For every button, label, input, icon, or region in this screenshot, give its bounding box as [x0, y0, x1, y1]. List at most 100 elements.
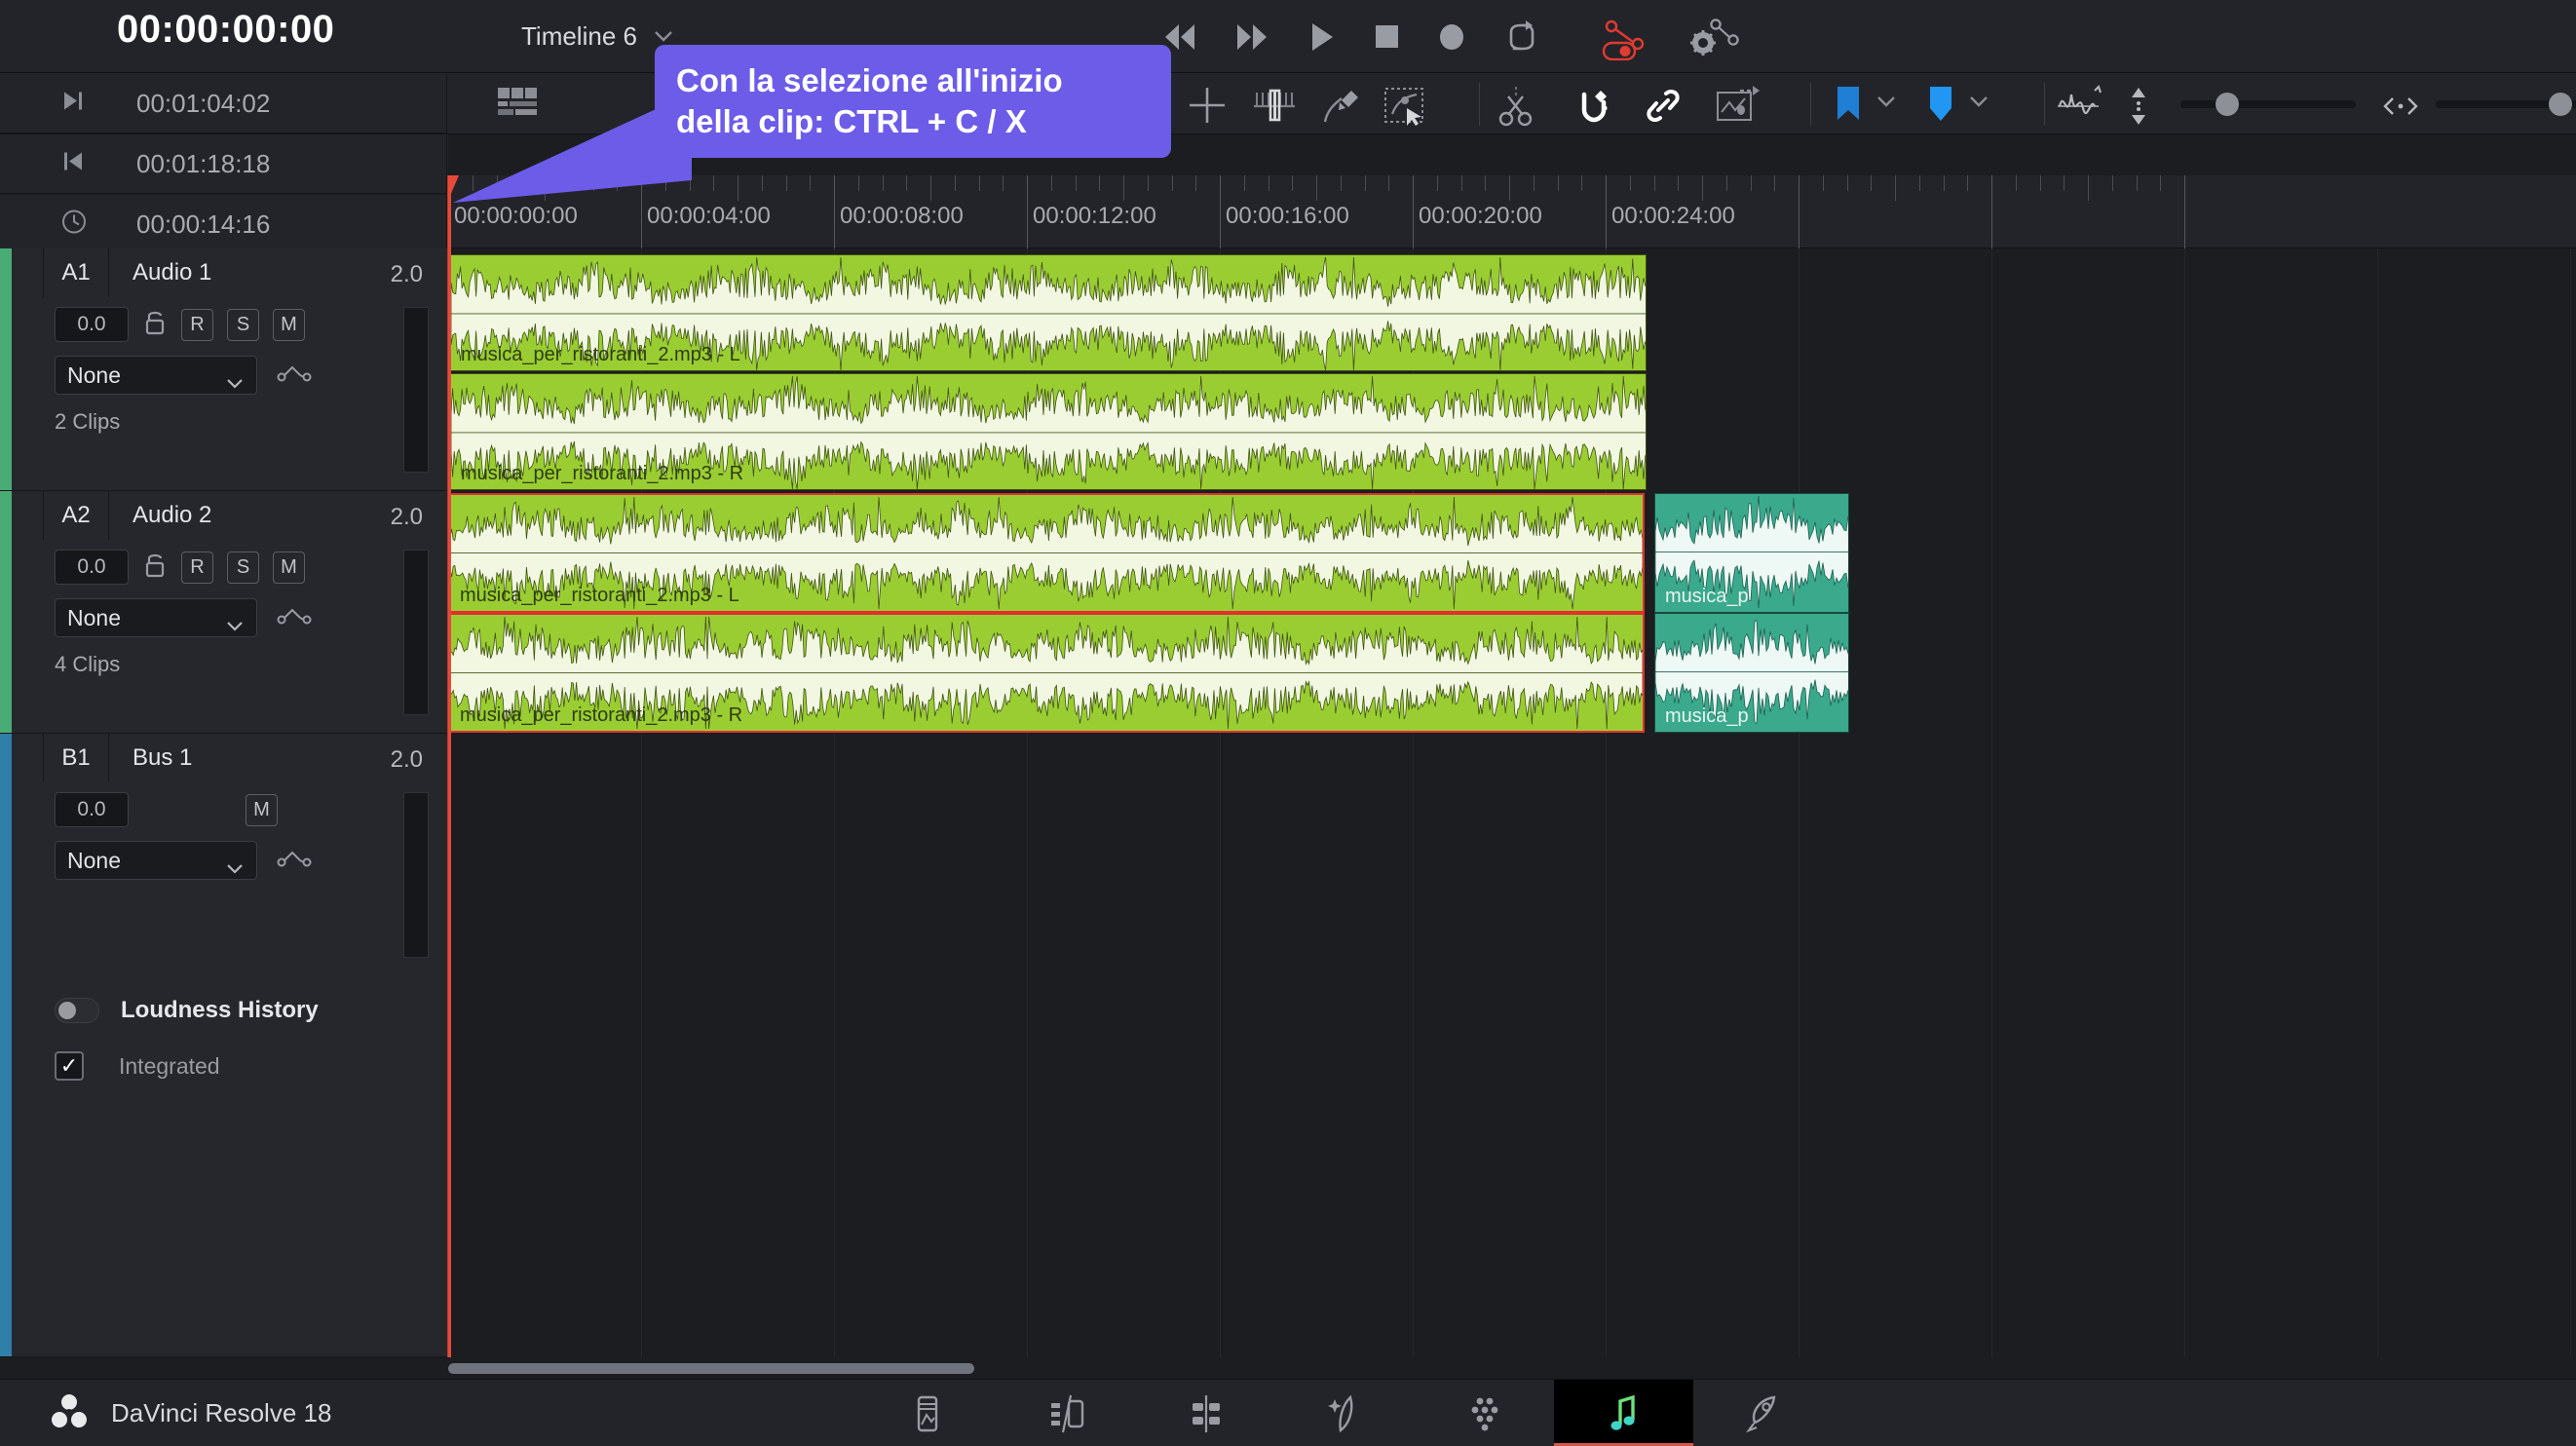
track-color-bar: [0, 734, 12, 1356]
ruler-label: 00:00:16:00: [1226, 203, 1349, 229]
track-a2-effect-value: None: [67, 604, 121, 630]
play-button[interactable]: [1307, 20, 1337, 54]
keyframe-settings-button[interactable]: [1684, 14, 1740, 60]
timeline-fit-button[interactable]: [2381, 95, 2420, 123]
track-a2-top: A2 Audio 2: [43, 491, 448, 540]
track-b1-id: B1: [43, 734, 109, 782]
timeline-ruler[interactable]: 00:00:00:00 00:00:04:00 00:00:08:00 00:00:1…: [448, 175, 2576, 248]
playhead[interactable]: [448, 175, 459, 1357]
page-fusion[interactable]: [1275, 1380, 1415, 1446]
tooltip-callout: Con la selezione all'inizio della clip: …: [655, 45, 1171, 159]
track-a1-effect-row: None: [55, 356, 314, 395]
track-a1-name[interactable]: Audio 1: [109, 259, 211, 286]
chevron-down-icon: [225, 369, 245, 396]
track-a2-controls: 0.0 R S M: [55, 550, 305, 585]
vertical-zoom-slider[interactable]: [2180, 93, 2356, 116]
stop-button[interactable]: [1372, 21, 1401, 53]
timeline-tracks-body[interactable]: musica_per_ristoranti_2.mp3 - L musica_p…: [448, 248, 2576, 1357]
track-b1-name[interactable]: Bus 1: [109, 744, 192, 772]
lock-icon[interactable]: [142, 551, 168, 585]
track-a2-name[interactable]: Audio 2: [109, 502, 211, 529]
timeline-horizontal-scrollbar[interactable]: [448, 1357, 2576, 1379]
selection-tool-button[interactable]: [1187, 85, 1228, 131]
pencil-tool-button[interactable]: [1320, 85, 1363, 133]
ruler-label: 00:00:08:00: [840, 203, 964, 229]
record-button[interactable]: [1436, 21, 1467, 53]
clip-a1-left[interactable]: musica_per_ristoranti_2.mp3 - L: [450, 254, 1647, 371]
track-a1-solo-button[interactable]: S: [227, 308, 259, 341]
page-color[interactable]: [1415, 1380, 1554, 1446]
track-a1-record-button[interactable]: R: [181, 308, 213, 341]
waveform-display-button[interactable]: [2056, 85, 2110, 133]
marker-color-button[interactable]: [1927, 85, 1954, 129]
chevron-down-icon: [225, 612, 245, 638]
clip-a2-next-left[interactable]: musica_p: [1654, 493, 1849, 613]
track-a1-gain[interactable]: 0.0: [55, 307, 129, 342]
integrated-value[interactable]: Integrated: [103, 1047, 405, 1084]
track-header-a1[interactable]: A1 Audio 1 2.0 0.0 R S M None 2 Clips: [0, 248, 448, 491]
timecode-row-1[interactable]: 00:01:18:18: [0, 134, 448, 194]
page-edit[interactable]: [1136, 1380, 1275, 1446]
timecode-row-2-value: 00:00:14:16: [136, 209, 271, 239]
track-a1-effect-select[interactable]: None: [55, 356, 257, 395]
track-height-button[interactable]: [2126, 85, 2151, 133]
track-a1-fader[interactable]: [403, 307, 429, 473]
track-b1-effect-select[interactable]: None: [55, 841, 257, 880]
track-a1-mute-button[interactable]: M: [273, 308, 305, 341]
timecode-row-2[interactable]: 00:00:14:16: [0, 195, 448, 254]
track-a1-top: A1 Audio 1: [43, 248, 448, 297]
trim-edit-tool-button[interactable]: [1251, 85, 1298, 131]
clip-label: musica_per_ristoranti_2.mp3 - L: [461, 344, 740, 365]
automation-curve-icon[interactable]: [275, 846, 314, 876]
automation-curve-icon[interactable]: [275, 361, 314, 391]
track-b1-fader[interactable]: [403, 792, 429, 958]
integrated-checkbox[interactable]: ✓: [55, 1051, 84, 1081]
automation-follow-button[interactable]: [1715, 85, 1762, 131]
marker-flag-button[interactable]: [1834, 85, 1863, 129]
timeline-area[interactable]: 00:00:00:00 00:00:04:00 00:00:08:00 00:00:1…: [448, 175, 2576, 1357]
bottom-bar: DaVinci Resolve 18: [0, 1379, 2576, 1446]
track-header-a2[interactable]: A2 Audio 2 2.0 0.0 R S M None 4 Clips: [0, 491, 448, 734]
lock-icon[interactable]: [142, 308, 168, 342]
fast-forward-button[interactable]: [1233, 20, 1272, 54]
end-marker-icon: [60, 89, 86, 119]
horizontal-zoom-slider[interactable]: [2436, 93, 2576, 116]
track-a2-solo-button[interactable]: S: [227, 551, 259, 584]
snapping-toggle-button[interactable]: [1573, 85, 1614, 133]
razor-tool-button[interactable]: [1496, 85, 1536, 133]
track-a2-id: A2: [43, 491, 109, 540]
app-name-label: DaVinci Resolve 18: [111, 1397, 332, 1427]
page-media[interactable]: [857, 1380, 997, 1446]
link-clips-button[interactable]: [1643, 85, 1684, 133]
marker-flag-dropdown[interactable]: [1875, 95, 1897, 113]
track-a1-controls: 0.0 R S M: [55, 307, 305, 342]
clip-a2-right[interactable]: musica_per_ristoranti_2.mp3 - R: [448, 613, 1645, 733]
track-a2-fader[interactable]: [403, 550, 429, 715]
track-a2-record-button[interactable]: R: [181, 551, 213, 584]
track-a1-clip-count: 2 Clips: [55, 409, 121, 434]
track-b1-mute-button[interactable]: M: [246, 793, 278, 826]
track-header-b1[interactable]: B1 Bus 1 2.0 0.0 M None Loudness History…: [0, 734, 448, 1357]
clip-a1-right[interactable]: musica_per_ristoranti_2.mp3 - R: [450, 373, 1647, 490]
loop-button[interactable]: [1502, 19, 1541, 55]
page-deliver[interactable]: [1693, 1380, 1833, 1446]
clip-a2-next-right[interactable]: musica_p: [1654, 613, 1849, 733]
track-a2-mute-button[interactable]: M: [273, 551, 305, 584]
page-cut[interactable]: [997, 1380, 1136, 1446]
ruler-label: 00:00:24:00: [1611, 203, 1735, 229]
automation-curve-icon[interactable]: [275, 603, 314, 633]
timeline-name-label[interactable]: Timeline 6: [521, 21, 637, 52]
track-a2-gain[interactable]: 0.0: [55, 550, 129, 585]
automation-toggle[interactable]: [1598, 14, 1654, 60]
marker-color-dropdown[interactable]: [1968, 95, 1989, 113]
clip-a2-left[interactable]: musica_per_ristoranti_2.mp3 - L: [448, 493, 1645, 613]
track-a2-effect-select[interactable]: None: [55, 598, 257, 637]
clock-icon: [60, 209, 88, 241]
track-b1-gain[interactable]: 0.0: [55, 792, 129, 827]
page-fairlight[interactable]: [1554, 1380, 1693, 1446]
range-select-tool-button[interactable]: [1383, 85, 1428, 133]
scrollbar-thumb[interactable]: [448, 1363, 974, 1374]
current-timecode-display[interactable]: 00:00:00:00: [117, 8, 334, 52]
loudness-history-toggle[interactable]: [55, 998, 99, 1023]
timecode-row-0[interactable]: 00:01:04:02: [0, 74, 448, 133]
